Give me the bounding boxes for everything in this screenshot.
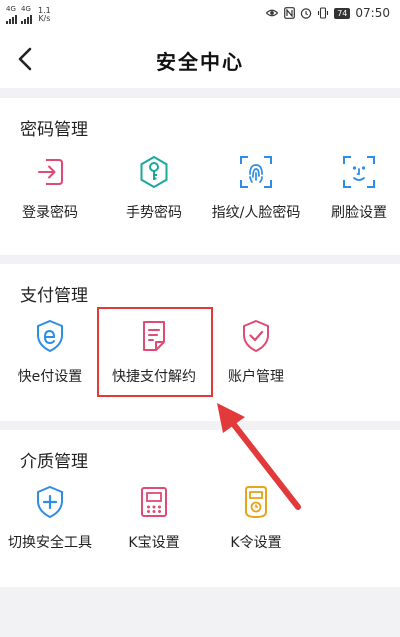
network-type-label: 4G — [21, 5, 31, 13]
section-title: 支付管理 — [20, 286, 88, 306]
gesture-password-item[interactable]: 手势密码 — [104, 154, 204, 222]
item-label: 登录密码 — [22, 205, 78, 221]
item-label: 快e付设置 — [17, 369, 83, 385]
status-left: 4G 4G 1.1 K/s — [6, 6, 51, 24]
shield-e-icon — [37, 319, 63, 353]
vibrate-icon — [317, 7, 329, 19]
login-icon — [38, 159, 63, 185]
status-time: 07:50 — [355, 6, 390, 20]
eye-icon — [266, 7, 279, 19]
signal-icon — [6, 13, 17, 24]
signal-icon — [21, 13, 32, 24]
network-indicator-2: 4G — [21, 6, 32, 24]
annotation-highlight-box — [97, 307, 213, 397]
login-password-item[interactable]: 登录密码 — [0, 154, 100, 222]
status-right: 74 07:50 — [266, 6, 390, 20]
nfc-icon — [283, 7, 295, 19]
alarm-icon — [300, 7, 312, 19]
account-management-item[interactable]: 账户管理 — [206, 318, 306, 386]
face-scan-icon — [343, 156, 375, 188]
section-password-management: 密码管理 登录密码 手势密码 指纹/人脸密码 刷脸设置 — [0, 98, 400, 255]
item-label: 切换安全工具 — [8, 535, 92, 551]
annotation-arrow-icon — [217, 403, 301, 510]
item-label: K宝设置 — [128, 535, 180, 551]
network-speed: 1.1 K/s — [38, 7, 51, 23]
fingerprint-icon — [240, 156, 272, 188]
quick-e-pay-settings-item[interactable]: 快e付设置 — [0, 318, 100, 386]
section-title: 介质管理 — [20, 452, 88, 472]
item-label: 刷脸设置 — [331, 205, 387, 221]
speed-unit: K/s — [38, 14, 51, 23]
key-hexagon-icon — [140, 155, 168, 189]
fingerprint-face-password-item[interactable]: 指纹/人脸密码 — [206, 154, 306, 222]
item-label: 指纹/人脸密码 — [211, 205, 301, 221]
face-scan-settings-item[interactable]: 刷脸设置 — [309, 154, 400, 222]
network-indicator-1: 4G — [6, 6, 17, 24]
item-label: 手势密码 — [126, 205, 182, 221]
status-bar: 4G 4G 1.1 K/s 74 07:50 — [0, 0, 400, 30]
shield-check-icon — [243, 319, 269, 353]
section-title: 密码管理 — [20, 120, 88, 140]
usb-key-icon — [141, 487, 167, 517]
network-type-label: 4G — [6, 5, 16, 13]
switch-security-tool-item[interactable]: 切换安全工具 — [0, 484, 100, 552]
item-label: 账户管理 — [228, 369, 284, 385]
item-label: K令设置 — [230, 535, 282, 551]
nav-bar: 安全中心 — [0, 30, 400, 88]
k-bao-settings-item[interactable]: K宝设置 — [104, 484, 204, 552]
page-title: 安全中心 — [156, 50, 244, 74]
shield-plus-icon — [37, 485, 63, 519]
battery-icon: 74 — [334, 7, 351, 19]
